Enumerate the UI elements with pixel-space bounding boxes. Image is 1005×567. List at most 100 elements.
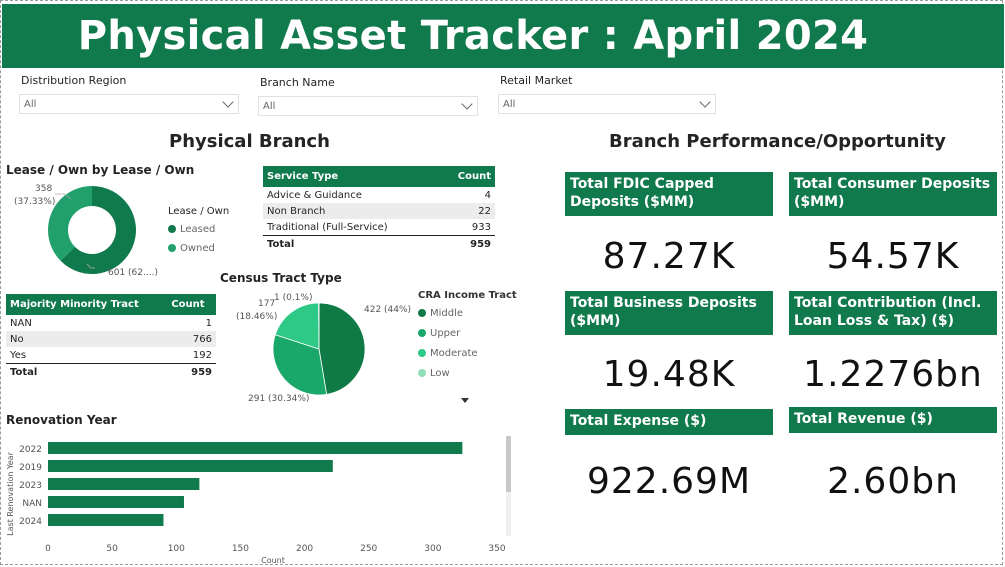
kpi-revenue-header: Total Revenue ($) — [789, 407, 997, 433]
table-row[interactable]: Advice & Guidance 4 — [263, 187, 495, 203]
x-tick-label: 0 — [45, 544, 51, 554]
legend-dot-icon — [168, 244, 176, 252]
market-dropdown[interactable]: All — [498, 94, 716, 114]
table-total-row: Total 959 — [263, 235, 495, 252]
table-row[interactable]: No 766 — [6, 331, 216, 347]
table-cell: 959 — [167, 363, 216, 380]
x-tick-label: 350 — [488, 544, 505, 554]
table-cell: 1 — [205, 317, 212, 329]
table-total-row: Total 959 — [6, 363, 216, 380]
pie-label-middle: 422 (44%) — [364, 305, 412, 315]
page-title: Physical Asset Tracker : April 2024 — [77, 13, 869, 59]
x-tick-label: 200 — [296, 544, 313, 554]
chevron-down-icon — [222, 96, 234, 108]
minority-header[interactable]: Majority Minority Tract — [6, 294, 168, 315]
table-row[interactable]: Traditional (Full-Service) 933 — [263, 219, 495, 236]
renovation-bar-chart[interactable]: Last Renovation Year 2022 2019 2023 NAN 2024… — [0, 432, 515, 566]
bar-category-label: 2019 — [19, 463, 42, 473]
legend-owned-label: Owned — [180, 242, 215, 254]
legend-owned[interactable]: Owned — [168, 238, 215, 258]
scrollbar-thumb[interactable] — [506, 436, 511, 492]
bar-category-label: 2024 — [19, 517, 42, 527]
pie-slice-middle[interactable] — [318, 302, 366, 395]
bar-2022[interactable] — [48, 442, 463, 454]
count-header[interactable]: Count — [438, 166, 495, 187]
owned-count-label: 358 — [35, 184, 53, 194]
pie-label-moderate-count: 177 — [258, 299, 276, 309]
legend-dot-icon — [418, 329, 426, 337]
x-tick-label: 100 — [168, 544, 185, 554]
census-title: Census Tract Type — [220, 271, 342, 285]
legend-label: Low — [430, 367, 450, 379]
table-row[interactable]: NAN 1 — [6, 315, 216, 331]
branch-dropdown[interactable]: All — [258, 96, 478, 116]
market-value: All — [503, 99, 516, 110]
kpi-consumer-value: 54.57K — [826, 236, 960, 277]
table-cell: Non Branch — [263, 203, 439, 219]
slicer-label-market: Retail Market — [500, 74, 573, 87]
table-cell: 959 — [438, 235, 495, 252]
table-cell: 192 — [192, 349, 212, 361]
table-row[interactable]: Yes 192 — [6, 347, 216, 364]
service-type-table[interactable]: Service Type Count Advice & Guidance 4 N… — [263, 166, 495, 252]
legend-upper[interactable]: Upper — [418, 323, 460, 343]
branch-value: All — [263, 101, 276, 112]
legend-scroll-down-icon[interactable] — [461, 398, 469, 403]
kpi-revenue-value: 2.60bn — [827, 461, 959, 502]
table-cell: 22 — [438, 203, 495, 219]
donut-leader-lines — [55, 193, 95, 269]
renovation-xlabel: Count — [261, 556, 285, 565]
legend-label: Middle — [430, 307, 464, 319]
count-header[interactable]: Count — [167, 294, 216, 315]
leased-label: 601 (62....) — [108, 268, 158, 278]
legend-label: Moderate — [430, 347, 478, 359]
bar-2023[interactable] — [48, 478, 200, 490]
renovation-title: Renovation Year — [6, 413, 117, 427]
chevron-down-icon — [461, 98, 473, 110]
table-cell: Traditional (Full-Service) — [267, 221, 388, 233]
bar-category-label: 2022 — [19, 445, 42, 455]
legend-low[interactable]: Low — [418, 363, 450, 383]
bar-2024[interactable] — [48, 514, 164, 526]
region-value: All — [24, 99, 37, 110]
minority-table[interactable]: Majority Minority Tract Count NAN 1 No 7… — [6, 294, 216, 380]
census-pie[interactable] — [272, 302, 366, 396]
legend-dot-icon — [168, 225, 176, 233]
title-bar: Physical Asset Tracker : April 2024 — [2, 4, 1004, 68]
bar-category-label: NAN — [22, 499, 42, 509]
legend-moderate[interactable]: Moderate — [418, 343, 478, 363]
pie-label-moderate-pct: (18.46%) — [236, 312, 278, 322]
bar-nan[interactable] — [48, 496, 184, 508]
kpi-expense-header: Total Expense ($) — [565, 409, 773, 435]
x-tick-label: 300 — [424, 544, 441, 554]
table-header: Service Type Count — [263, 166, 495, 187]
slicer-label-branch: Branch Name — [260, 76, 335, 89]
slicer-label-region: Distribution Region — [21, 74, 127, 87]
kpi-expense-value: 922.69M — [586, 461, 752, 502]
bar-category-label: 2023 — [19, 481, 42, 491]
cra-legend-title: CRA Income Tract — [418, 290, 517, 301]
x-tick-label: 50 — [106, 544, 118, 554]
legend-label: Upper — [430, 327, 461, 339]
region-dropdown[interactable]: All — [19, 94, 239, 114]
table-header: Majority Minority Tract Count — [6, 294, 216, 315]
x-tick-label: 150 — [232, 544, 249, 554]
table-cell: Total — [263, 235, 439, 252]
table-cell: Advice & Guidance — [267, 189, 362, 201]
legend-dot-icon — [418, 349, 426, 357]
branch-performance-title: Branch Performance/Opportunity — [609, 131, 946, 152]
legend-leased[interactable]: Leased — [168, 219, 215, 239]
table-cell: Total — [6, 363, 168, 380]
bar-2019[interactable] — [48, 460, 333, 472]
owned-pct-label: (37.33%) — [14, 197, 56, 207]
kpi-fdic-header: Total FDIC Capped Deposits ($MM) — [565, 172, 773, 216]
table-cell: 766 — [167, 331, 216, 347]
renovation-ylabel: Last Renovation Year — [6, 451, 15, 535]
x-tick-label: 250 — [360, 544, 377, 554]
service-type-header[interactable]: Service Type — [263, 166, 439, 187]
legend-middle[interactable]: Middle — [418, 303, 463, 323]
kpi-contribution-header: Total Contribution (Incl. Loan Loss & Ta… — [789, 291, 997, 335]
table-row[interactable]: Non Branch 22 — [263, 203, 495, 219]
legend-dot-icon — [418, 309, 426, 317]
table-cell: Yes — [10, 349, 27, 361]
